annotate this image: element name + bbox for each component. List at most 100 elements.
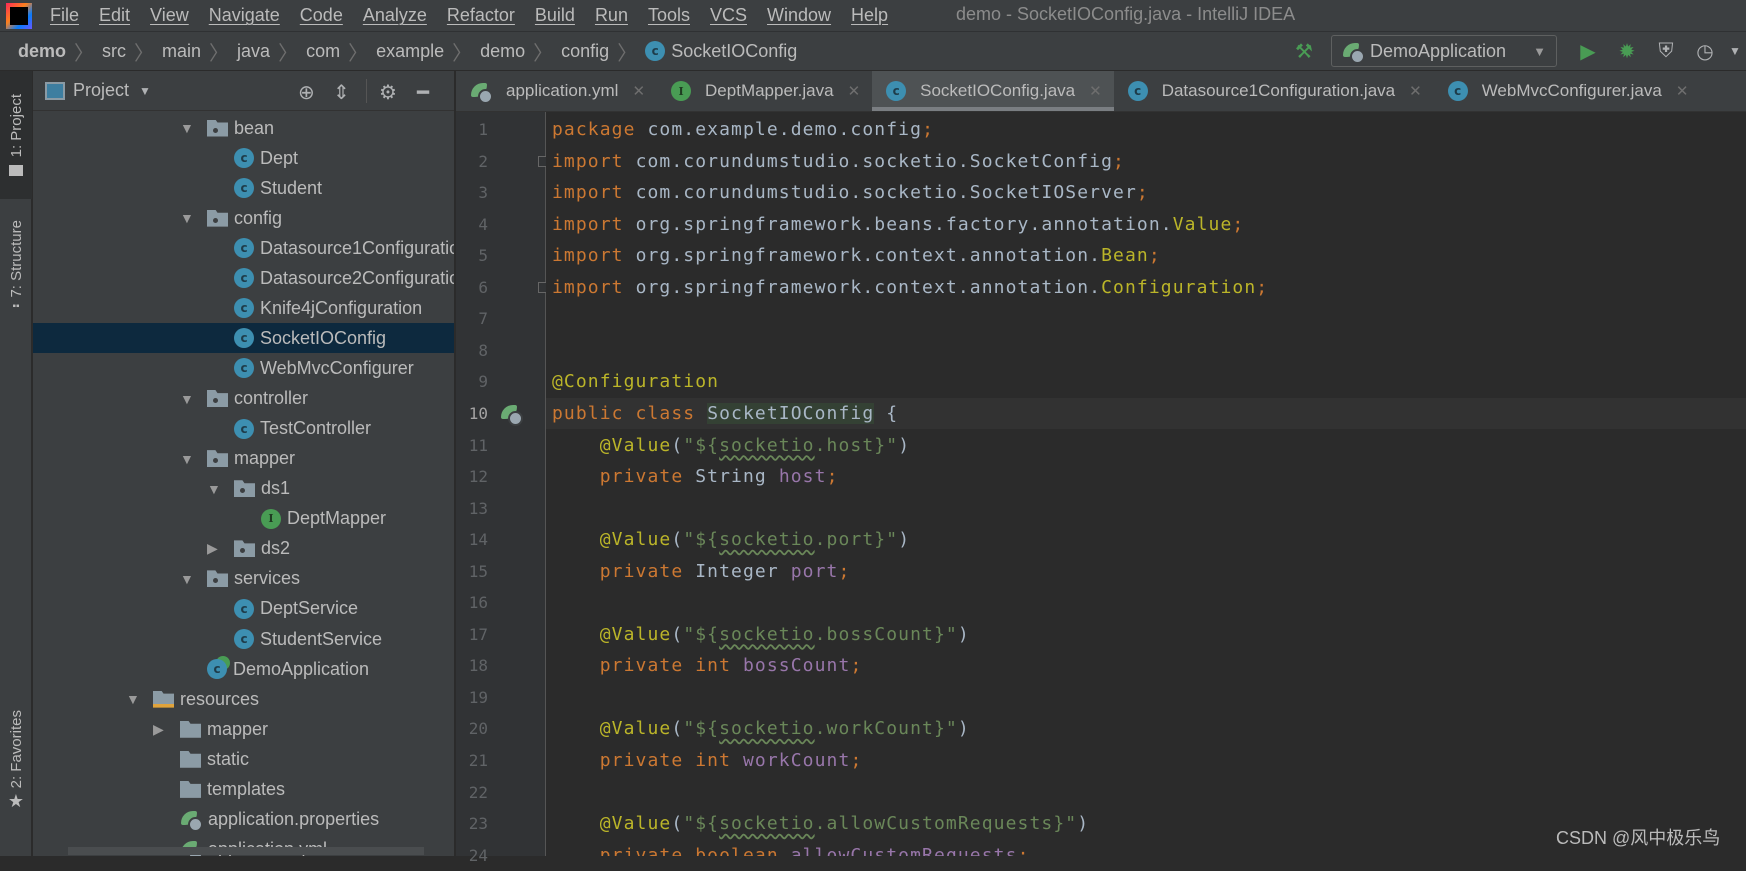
tree-item-ds2[interactable]: ▶ ds2	[33, 534, 454, 564]
expand-arrow-right-icon[interactable]: ▶	[207, 540, 234, 557]
breadcrumb-separator-icon: 〉	[209, 42, 230, 65]
tool-window-favorites-button[interactable]: 2: Favorites ★	[0, 701, 32, 821]
run-configuration-dropdown[interactable]: DemoApplication ▼	[1331, 35, 1557, 67]
package-folder-icon	[207, 570, 228, 588]
run-icon[interactable]: ▶	[1573, 36, 1603, 66]
run-with-coverage-icon[interactable]: ⛨	[1651, 36, 1681, 66]
breadcrumb-item[interactable]: src	[102, 41, 126, 62]
breadcrumb-item[interactable]: demo	[480, 41, 525, 62]
menu-refactor[interactable]: Refactor	[447, 5, 515, 26]
tree-item-application-properties[interactable]: application.properties	[33, 804, 454, 834]
breadcrumb-item[interactable]: main	[162, 41, 201, 62]
project-view-selector[interactable]: Project	[73, 80, 129, 101]
package-folder-icon	[207, 119, 228, 137]
menu-run[interactable]: Run	[595, 5, 628, 26]
tree-item-webmvcconfigurer[interactable]: c WebMvcConfigurer	[33, 353, 454, 383]
expand-arrow-down-icon[interactable]: ▼	[180, 120, 207, 136]
tree-item-label: Datasource2Configuration	[260, 267, 455, 288]
tree-item-config[interactable]: ▼ config	[33, 203, 454, 233]
close-tab-icon[interactable]: ✕	[1676, 82, 1689, 100]
menu-window[interactable]: Window	[767, 5, 831, 26]
breadcrumb-item[interactable]: c SocketIOConfig	[645, 41, 797, 62]
menu-edit[interactable]: Edit	[99, 5, 130, 26]
class-icon: c	[234, 418, 254, 439]
tool-window-project-button[interactable]: 1: Project	[0, 71, 32, 199]
tree-item-testcontroller[interactable]: c TestController	[33, 414, 454, 444]
collapse-all-icon[interactable]: ⇕	[333, 80, 350, 105]
tool-window-structure-button[interactable]: 7: Structure ▪▪	[0, 206, 32, 326]
expand-arrow-down-icon[interactable]: ▼	[180, 210, 207, 226]
code-token: String	[695, 466, 779, 488]
tab-socketioconfig-java[interactable]: c SocketIOConfig.java ✕	[872, 71, 1114, 111]
tree-item-bean[interactable]: ▼ bean	[33, 113, 454, 143]
menu-view[interactable]: View	[150, 5, 189, 26]
breadcrumb-item[interactable]: config	[561, 41, 609, 62]
tree-item-demoapplication[interactable]: c DemoApplication	[33, 654, 454, 684]
folder-icon	[180, 750, 201, 768]
expand-arrow-down-icon[interactable]: ▼	[207, 481, 234, 497]
tree-item-static[interactable]: static	[33, 744, 454, 774]
profile-icon[interactable]: ◷	[1690, 36, 1720, 66]
debug-bug-icon[interactable]: ✹	[1612, 36, 1642, 66]
menu-file[interactable]: File	[50, 5, 79, 26]
code-line: @Value("${socketio.workCount}")	[546, 713, 1746, 744]
code-editor[interactable]: package com.example.demo.config; import c…	[546, 112, 1746, 856]
menu-tools[interactable]: Tools	[648, 5, 690, 26]
tree-item-ds1[interactable]: ▼ ds1	[33, 474, 454, 504]
build-hammer-icon[interactable]: ⚒	[1289, 36, 1319, 66]
tree-item-dept[interactable]: c Dept	[33, 143, 454, 173]
line-number: 14	[468, 530, 488, 550]
expand-arrow-down-icon[interactable]: ▼	[126, 691, 153, 707]
breadcrumb-item[interactable]: com	[306, 41, 340, 62]
menu-analyze[interactable]: Analyze	[363, 5, 427, 26]
tree-item-knife4jconfiguration[interactable]: c Knife4jConfiguration	[33, 293, 454, 323]
tree-item-mapper[interactable]: ▶ mapper	[33, 714, 454, 744]
tree-item-templates[interactable]: templates	[33, 774, 454, 804]
class-icon: c	[234, 358, 254, 379]
spring-boot-icon	[1342, 41, 1365, 64]
breadcrumb-item[interactable]: java	[237, 41, 270, 62]
tree-item-student[interactable]: c Student	[33, 173, 454, 203]
tab-webmvcconfigurer-java[interactable]: c WebMvcConfigurer.java ✕	[1434, 71, 1701, 111]
menu-help[interactable]: Help	[851, 5, 888, 26]
gear-icon[interactable]: ⚙	[379, 80, 397, 105]
menu-vcs[interactable]: VCS	[710, 5, 747, 26]
chevron-down-icon[interactable]: ▼	[139, 84, 151, 98]
tree-item-resources[interactable]: ▼ resources	[33, 684, 454, 714]
locate-crosshair-icon[interactable]: ⊕	[298, 80, 315, 105]
tree-item-studentservice[interactable]: c StudentService	[33, 624, 454, 654]
code-token: (	[671, 813, 684, 835]
tree-item-deptmapper[interactable]: I DeptMapper	[33, 504, 454, 534]
menu-build[interactable]: Build	[535, 5, 575, 26]
close-tab-icon[interactable]: ✕	[1089, 82, 1102, 100]
more-run-options-chevron-icon[interactable]: ▼	[1720, 36, 1746, 66]
hide-minimize-icon[interactable]: ━	[417, 80, 429, 105]
horizontal-scrollbar[interactable]	[68, 847, 424, 855]
tab-application-yml[interactable]: application.yml ✕	[456, 71, 657, 111]
tree-item-datasource1configuration[interactable]: c Datasource1Configuration	[33, 233, 454, 263]
expand-arrow-down-icon[interactable]: ▼	[180, 391, 207, 407]
tree-item-datasource2configuration[interactable]: c Datasource2Configuration	[33, 263, 455, 293]
tree-item-mapper[interactable]: ▼ mapper	[33, 444, 454, 474]
tab-datasource1configuration-java[interactable]: c Datasource1Configuration.java ✕	[1114, 71, 1434, 111]
code-line: private String host;	[546, 461, 1746, 492]
expand-arrow-right-icon[interactable]: ▶	[153, 721, 180, 738]
tree-item-controller[interactable]: ▼ controller	[33, 384, 454, 414]
tree-item-socketioconfig[interactable]: c SocketIOConfig	[33, 323, 454, 354]
breadcrumb-item[interactable]: demo	[18, 41, 66, 62]
tree-item-services[interactable]: ▼ services	[33, 564, 454, 594]
spring-bean-gutter-icon[interactable]	[500, 403, 523, 426]
code-token: .allowCustomRequests}"	[814, 813, 1078, 835]
breadcrumb-item[interactable]: example	[376, 41, 444, 62]
tab-deptmapper-java[interactable]: I DeptMapper.java ✕	[657, 71, 872, 111]
menu-navigate[interactable]: Navigate	[209, 5, 280, 26]
tree-item-deptservice[interactable]: c DeptService	[33, 594, 454, 624]
close-tab-icon[interactable]: ✕	[1409, 82, 1422, 100]
close-tab-icon[interactable]: ✕	[632, 82, 645, 100]
expand-arrow-down-icon[interactable]: ▼	[180, 571, 207, 587]
close-tab-icon[interactable]: ✕	[848, 82, 861, 100]
code-token: .port}"	[814, 529, 899, 551]
menu-code[interactable]: Code	[300, 5, 343, 26]
expand-arrow-down-icon[interactable]: ▼	[180, 451, 207, 467]
code-token: "${	[683, 718, 720, 740]
